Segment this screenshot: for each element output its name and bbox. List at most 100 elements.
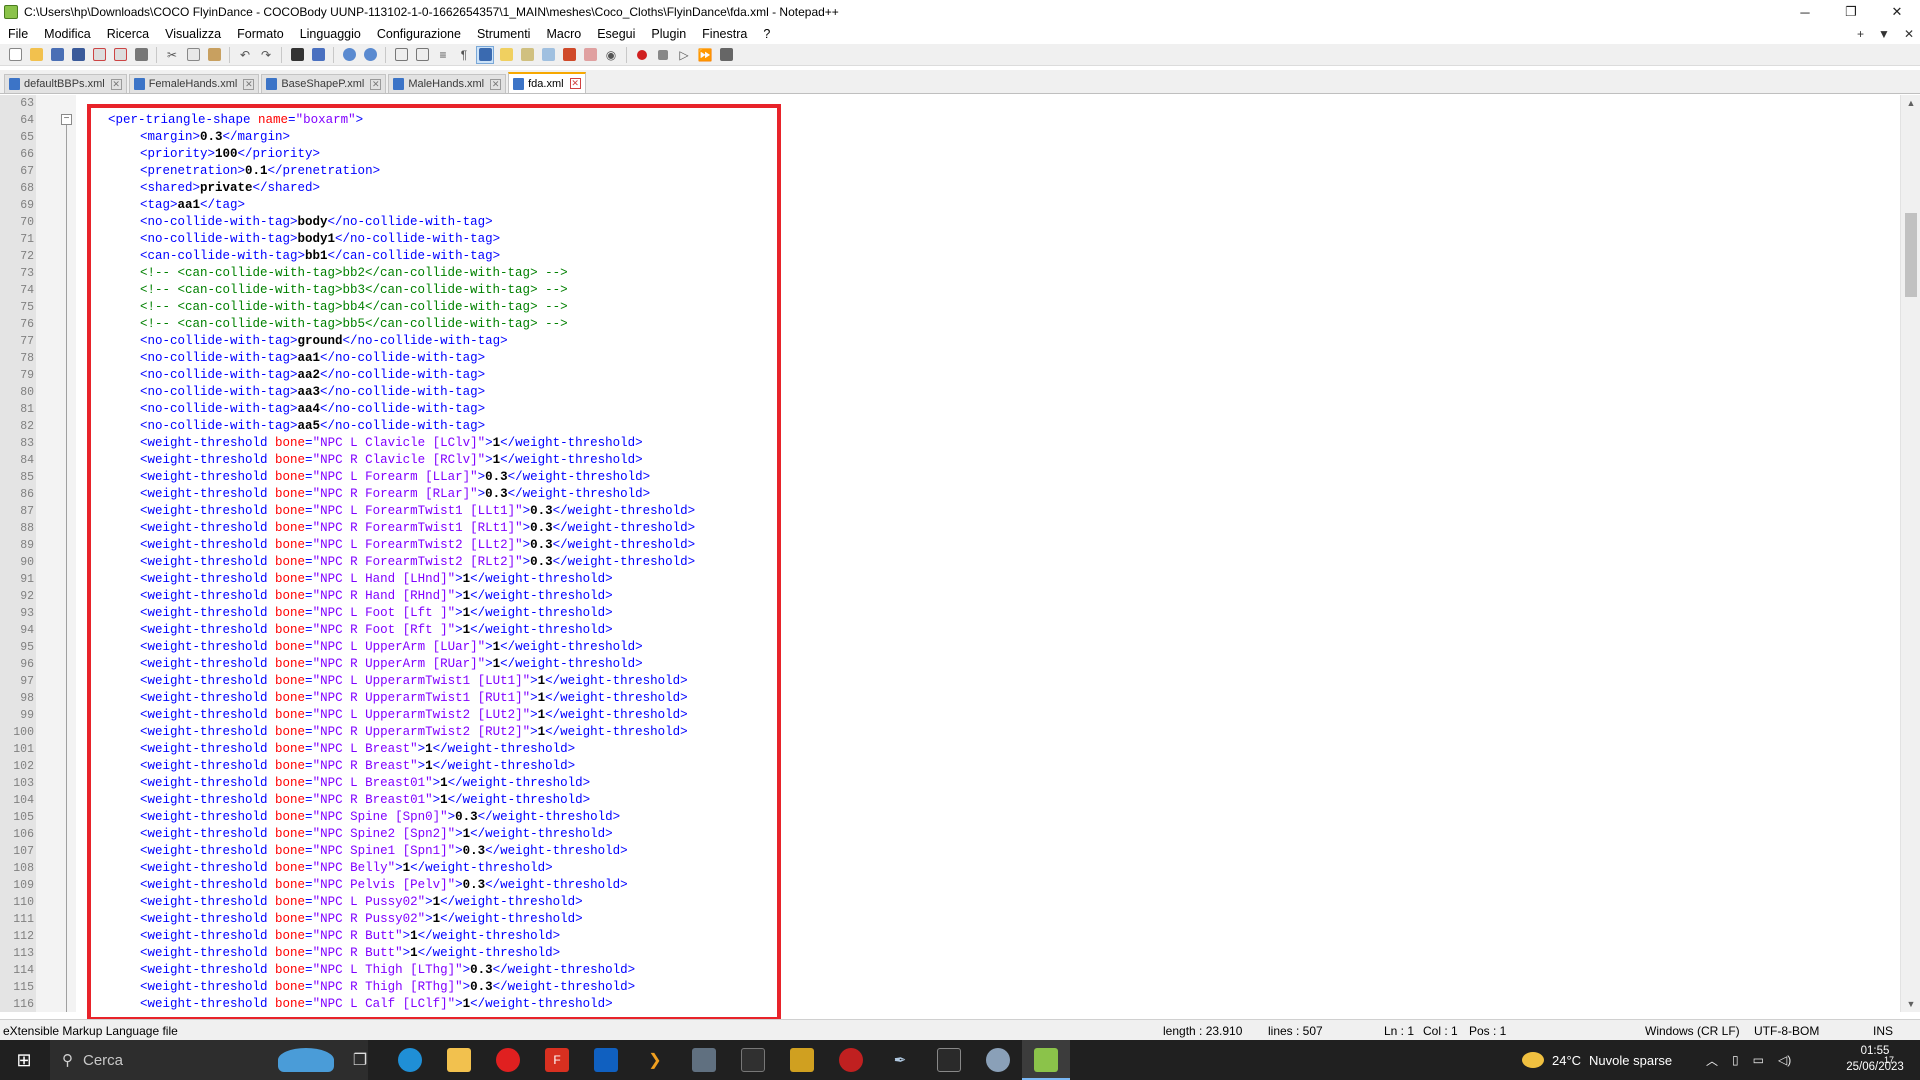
device-icon[interactable]: ▯ [1732, 1053, 1739, 1067]
taskbar-clock[interactable]: 01:55 25/06/2023 [1840, 1043, 1910, 1075]
weather-widget[interactable]: 24°C Nuvole sparse [1522, 1040, 1672, 1080]
scroll-up-icon[interactable]: ▲ [1901, 95, 1920, 111]
maximize-button[interactable]: ❐ [1828, 0, 1874, 24]
editor-pane[interactable]: − 63 64 <per-triangle-shape name="boxarm">… [0, 95, 1920, 1021]
menu-file[interactable]: File [0, 27, 36, 41]
show-hidden-icons-icon[interactable]: ︿ [1706, 1052, 1718, 1069]
code-token: </no-collide-with-tag> [335, 232, 501, 246]
save-all-icon[interactable] [69, 46, 87, 64]
tab-malehands[interactable]: MaleHands.xml ✕ [388, 74, 507, 93]
menu-ricerca[interactable]: Ricerca [99, 27, 157, 41]
monitoring-icon[interactable]: ◉ [602, 46, 620, 64]
zoom-out-icon[interactable] [361, 46, 379, 64]
close-tab-icon[interactable]: ✕ [490, 78, 502, 90]
tab-defaultbbps[interactable]: defaultBBPs.xml ✕ [4, 74, 127, 93]
stop-macro-icon[interactable] [654, 46, 672, 64]
menu-help[interactable]: ? [755, 27, 778, 41]
code-token: = [305, 878, 313, 892]
save-macro-icon[interactable] [717, 46, 735, 64]
file-explorer-icon[interactable] [447, 1048, 471, 1072]
menu-formato[interactable]: Formato [229, 27, 292, 41]
network-icon[interactable]: ▭ [1753, 1053, 1764, 1067]
settings-app-icon[interactable] [986, 1048, 1010, 1072]
line-number: 73 [20, 267, 34, 280]
close-tab-icon[interactable]: ✕ [243, 78, 255, 90]
tab-femalehands[interactable]: FemaleHands.xml ✕ [128, 74, 260, 93]
store-icon[interactable] [594, 1048, 618, 1072]
pen-tool-icon[interactable]: ✒ [888, 1048, 912, 1072]
code-token: 1 [410, 929, 418, 943]
undo-icon[interactable]: ↶ [236, 46, 254, 64]
menu-esegui[interactable]: Esegui [589, 27, 643, 41]
copy-icon[interactable] [184, 46, 202, 64]
replace-icon[interactable] [309, 46, 327, 64]
menu-modifica[interactable]: Modifica [36, 27, 99, 41]
code-token: private [200, 181, 253, 195]
edge-browser-icon[interactable] [398, 1048, 422, 1072]
code-token: > [432, 793, 441, 807]
notification-center-icon[interactable]: 17 [1882, 1040, 1894, 1080]
close-tab-icon[interactable]: ✕ [110, 78, 122, 90]
vertical-scrollbar[interactable]: ▲ ▼ [1900, 95, 1920, 1012]
powershell-icon[interactable]: ❯ [643, 1048, 667, 1072]
udl-icon[interactable] [497, 46, 515, 64]
menu-visualizza[interactable]: Visualizza [157, 27, 229, 41]
notepadpp-taskbar-icon[interactable] [1034, 1048, 1058, 1072]
tab-baseshapep[interactable]: BaseShapeP.xml ✕ [261, 74, 387, 93]
cut-icon[interactable]: ✂ [163, 46, 181, 64]
search-placeholder: Cerca [83, 1051, 124, 1069]
game-launcher-icon[interactable] [839, 1048, 863, 1072]
archive-tool-icon[interactable] [790, 1048, 814, 1072]
minimize-button[interactable]: ─ [1782, 0, 1828, 24]
close-file-icon[interactable] [90, 46, 108, 64]
find-icon[interactable] [288, 46, 306, 64]
menu-strumenti[interactable]: Strumenti [469, 27, 539, 41]
volume-icon[interactable]: ◁) [1778, 1053, 1791, 1067]
mod-tool-icon[interactable] [692, 1048, 716, 1072]
word-wrap-icon[interactable]: ≡ [434, 46, 452, 64]
zoom-in-icon[interactable] [340, 46, 358, 64]
paste-icon[interactable] [205, 46, 223, 64]
opera-browser-icon[interactable] [496, 1048, 520, 1072]
menu-linguaggio[interactable]: Linguaggio [292, 27, 369, 41]
new-file-icon[interactable] [6, 46, 24, 64]
terminal-icon[interactable] [741, 1048, 765, 1072]
open-file-icon[interactable] [27, 46, 45, 64]
scrollbar-thumb[interactable] [1905, 213, 1917, 297]
foxit-reader-icon[interactable]: F [545, 1048, 569, 1072]
indent-guide-icon[interactable] [476, 45, 494, 64]
tab-fda[interactable]: fda.xml ✕ [508, 72, 586, 93]
save-icon[interactable] [48, 46, 66, 64]
menu-finestra[interactable]: Finestra [694, 27, 755, 41]
redo-icon[interactable]: ↷ [257, 46, 275, 64]
play-macro-icon[interactable]: ▷ [675, 46, 693, 64]
mod-manager-icon[interactable] [937, 1048, 961, 1072]
close-tab-icon[interactable]: ✕ [569, 78, 581, 89]
record-macro-icon[interactable] [633, 46, 651, 64]
close-doc-icon[interactable]: ✕ [1904, 27, 1914, 41]
sync-horizontal-icon[interactable] [413, 46, 431, 64]
close-all-icon[interactable] [111, 46, 129, 64]
close-button[interactable]: ✕ [1874, 0, 1920, 24]
fold-collapse-icon[interactable]: − [61, 114, 72, 125]
new-tab-icon[interactable]: + [1857, 27, 1864, 41]
task-view-icon[interactable]: ❐ [348, 1048, 372, 1072]
run-macro-multiple-icon[interactable]: ⏩ [696, 46, 714, 64]
doc-list-icon[interactable] [539, 46, 557, 64]
code-token: </weight-threshold> [470, 572, 613, 586]
show-all-chars-icon[interactable]: ¶ [455, 46, 473, 64]
folder-workspace-icon[interactable] [581, 46, 599, 64]
close-tab-icon[interactable]: ✕ [370, 78, 382, 90]
doc-map-icon[interactable] [518, 46, 536, 64]
scroll-down-icon[interactable]: ▼ [1901, 996, 1920, 1012]
sync-vertical-icon[interactable] [392, 46, 410, 64]
menu-macro[interactable]: Macro [538, 27, 589, 41]
start-button[interactable]: ⊞ [0, 1040, 48, 1080]
tab-list-icon[interactable]: ▼ [1878, 27, 1890, 41]
search-highlight-illustration-icon[interactable] [278, 1048, 334, 1072]
menu-configurazione[interactable]: Configurazione [369, 27, 469, 41]
function-list-icon[interactable] [560, 46, 578, 64]
print-icon[interactable] [132, 46, 150, 64]
menu-plugin[interactable]: Plugin [643, 27, 694, 41]
code-token: 0.1 [245, 164, 268, 178]
